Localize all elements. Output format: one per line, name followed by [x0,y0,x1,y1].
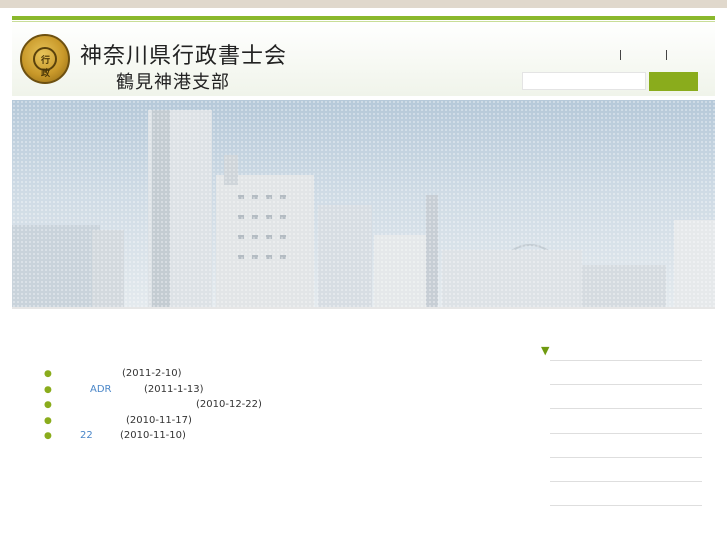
sidebar-divider [550,433,702,434]
news-date: (2010-12-22) [196,399,262,410]
hero-skyline-banner [12,100,715,309]
news-date: (2011-1-13) [144,383,204,395]
association-seal-logo[interactable]: 行政 [20,34,70,84]
site-title[interactable]: 神奈川県行政書士会 [80,38,287,70]
news-date: (2010-11-10) [120,430,186,441]
site-header: 行政 神奈川県行政書士会 鶴見神港支部 [12,22,715,96]
page: 行政 神奈川県行政書士会 鶴見神港支部 ● (2011-2-10) ● ADR … [0,8,727,545]
site-subtitle: 鶴見神港支部 [116,72,230,93]
bullet-dot-icon: ● [44,384,52,395]
search-input[interactable] [522,72,646,90]
sidebar-divider [550,505,702,506]
hero-dot-overlay [12,100,715,307]
bullet-dot-icon: ● [44,415,52,426]
sidebar-triangle-icon: ▼ [541,344,550,357]
seal-inner-ring: 行政 [33,47,57,79]
search-button[interactable] [649,72,698,91]
sidebar-divider [550,481,702,482]
sidebar-divider [550,408,702,409]
seal-mark: 行政 [41,56,51,79]
top-accent-bar [12,16,715,20]
bullet-dot-icon: ● [44,400,52,410]
sidebar-divider [550,384,702,385]
header-nav-separator [666,50,667,60]
news-link[interactable]: 22 [80,430,93,441]
news-date: (2011-2-10) [122,368,182,379]
bullet-dot-icon: ● [44,369,52,379]
news-date: (2010-11-17) [126,414,192,426]
sidebar-divider [550,457,702,458]
bullet-dot-icon: ● [44,431,52,441]
sidebar-divider [550,360,702,361]
header-nav-separator [620,50,621,60]
news-link[interactable]: ADR [90,384,112,395]
